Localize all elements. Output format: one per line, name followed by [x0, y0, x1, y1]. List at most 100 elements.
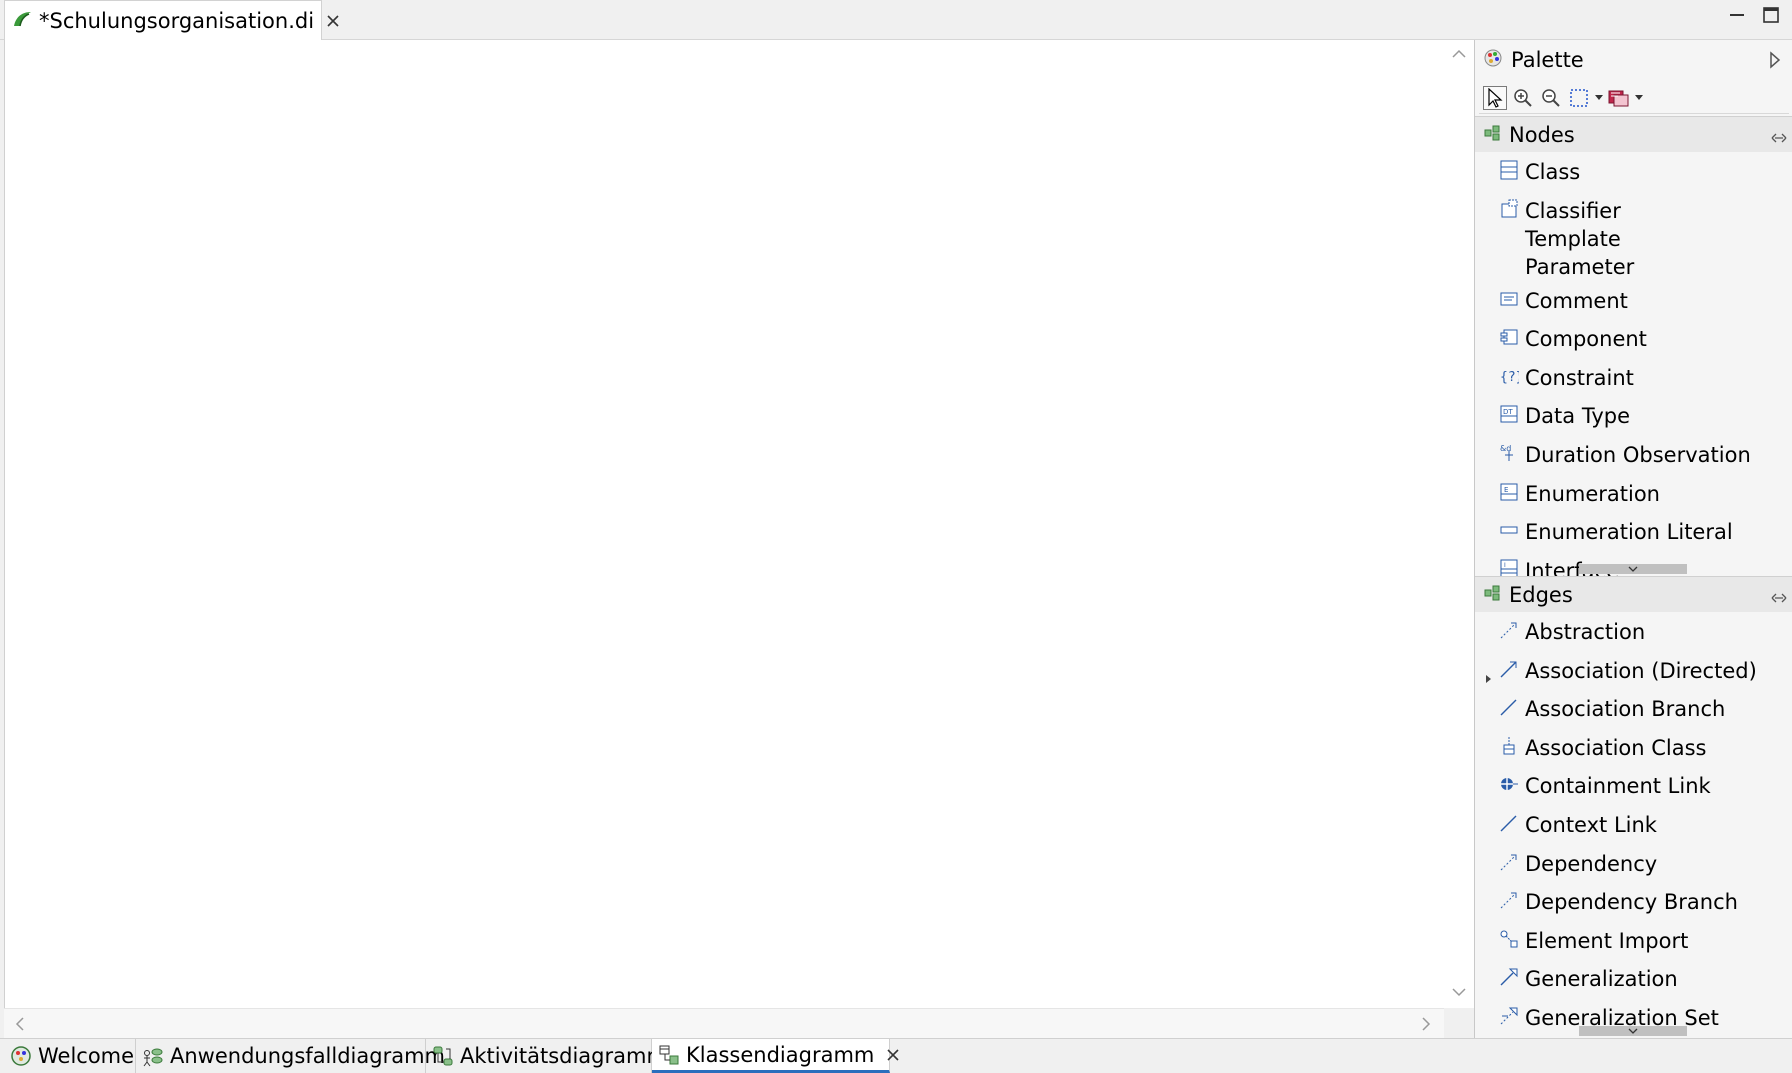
context-link-icon	[1499, 813, 1519, 833]
nodes-drawer-header[interactable]: Nodes	[1475, 116, 1792, 152]
drawer-icon	[1483, 583, 1501, 607]
palette-tool-class[interactable]: Class	[1475, 152, 1792, 191]
palette-tool-label: Class	[1525, 160, 1581, 184]
association-branch-icon	[1499, 697, 1519, 717]
generalization-icon	[1499, 967, 1519, 987]
horizontal-scrollbar[interactable]	[4, 1008, 1444, 1038]
minimize-icon[interactable]	[1726, 4, 1748, 26]
select-icon[interactable]	[1483, 85, 1507, 110]
class-diagram-icon	[658, 1044, 680, 1066]
pin-icon[interactable]	[1771, 127, 1787, 143]
close-icon[interactable]	[326, 12, 340, 30]
palette-tool-association-branch[interactable]: Association Branch	[1475, 689, 1792, 728]
layer-tool-icon[interactable]	[1607, 86, 1631, 110]
drawer-icon	[1483, 123, 1501, 147]
scroll-left-icon[interactable]	[10, 1014, 30, 1034]
palette-tool-template-parameter[interactable]: Classifier Template Parameter	[1475, 191, 1792, 281]
scroll-right-icon[interactable]	[1416, 1014, 1436, 1034]
zoom-out-icon[interactable]	[1539, 86, 1563, 110]
component-icon	[1499, 327, 1519, 347]
palette-tool-enumeration-literal[interactable]: Enumeration Literal	[1475, 512, 1792, 551]
palette-tool-label: Context Link	[1525, 812, 1657, 837]
comment-icon	[1499, 289, 1519, 309]
palette-icon	[1483, 48, 1503, 73]
vertical-scrollbar[interactable]	[1444, 40, 1474, 1008]
svg-text:&d: &d	[1500, 444, 1511, 453]
zoom-in-icon[interactable]	[1511, 86, 1535, 110]
edges-drawer-header[interactable]: Edges	[1475, 576, 1792, 612]
palette-toolbar	[1479, 82, 1789, 114]
data-type-icon: DT	[1499, 404, 1519, 424]
association-directed-icon	[1499, 659, 1519, 679]
element-import-icon	[1499, 929, 1519, 949]
palette-tool-association-directed[interactable]: Association (Directed)	[1475, 651, 1792, 690]
palette-tool-label: Component	[1525, 327, 1647, 352]
pin-icon[interactable]	[1771, 587, 1787, 603]
palette-tool-dependency[interactable]: Dependency	[1475, 844, 1792, 883]
tab-aktivitaetsdiagramm[interactable]: Aktivitätsdiagramm	[426, 1039, 667, 1073]
chevron-down-icon[interactable]	[1635, 86, 1643, 110]
palette-tool-label: Containment Link	[1525, 774, 1711, 799]
palette-tool-enumeration[interactable]: E Enumeration	[1475, 474, 1792, 513]
scroll-corner	[1444, 1008, 1474, 1038]
palette-tool-element-import[interactable]: Element Import	[1475, 921, 1792, 960]
chevron-down-icon[interactable]	[1595, 86, 1603, 110]
svg-text:{?}: {?}	[1500, 370, 1519, 385]
diagram-canvas[interactable]	[4, 40, 1444, 1008]
constraint-icon: {?}	[1499, 366, 1523, 386]
editor-tab[interactable]: *Schulungsorganisation.di	[4, 0, 339, 41]
palette-tool-label: Association (Directed)	[1525, 658, 1757, 683]
palette-tool-label: Classifier Template Parameter	[1525, 198, 1635, 279]
diagram-tabs: Welcome Anwendungsfalldiagramm Aktivität…	[0, 1038, 1792, 1073]
collapse-palette-icon[interactable]	[1765, 50, 1785, 70]
palette-tool-label: Dependency Branch	[1525, 890, 1738, 915]
palette-tool-comment[interactable]: Comment	[1475, 281, 1792, 320]
palette-tool-constraint[interactable]: {?} Constraint	[1475, 358, 1792, 397]
palette-tool-label: Association Branch	[1525, 697, 1726, 722]
palette-header[interactable]: Palette	[1475, 40, 1792, 80]
class-icon	[1499, 160, 1519, 180]
palette-tool-label: Enumeration	[1525, 481, 1660, 506]
palette-title: Palette	[1511, 48, 1584, 72]
palette-tool-duration-observation[interactable]: &d Duration Observation	[1475, 435, 1792, 474]
scroll-up-icon[interactable]	[1449, 44, 1469, 64]
palette-tool-label: Association Class	[1525, 735, 1707, 760]
close-icon[interactable]	[886, 1046, 900, 1064]
palette: Palette Nodes Class Classifier Template …	[1474, 40, 1792, 1038]
maximize-icon[interactable]	[1760, 4, 1782, 26]
nodes-list: Class Classifier Template Parameter Commen…	[1475, 152, 1792, 612]
tab-label: Aktivitätsdiagramm	[460, 1044, 667, 1068]
tab-anwendungsfalldiagramm[interactable]: Anwendungsfalldiagramm	[136, 1039, 445, 1073]
activity-diagram-icon	[432, 1045, 454, 1067]
edges-scroll-more[interactable]	[1579, 1026, 1687, 1036]
palette-tool-label: Enumeration Literal	[1525, 520, 1733, 545]
papyrus-icon	[11, 8, 33, 35]
template-parameter-icon	[1499, 199, 1519, 219]
abstraction-icon	[1499, 620, 1519, 640]
scroll-down-icon[interactable]	[1449, 982, 1469, 1002]
enumeration-literal-icon	[1499, 520, 1519, 540]
palette-tool-abstraction[interactable]: Abstraction	[1475, 612, 1792, 651]
edges-list: Abstraction Association (Directed) Associa…	[1475, 612, 1792, 1036]
tab-label: Welcome	[38, 1044, 135, 1068]
marquee-icon[interactable]	[1567, 86, 1591, 110]
palette-tool-label: Constraint	[1525, 365, 1634, 390]
palette-tool-label: Abstraction	[1525, 620, 1646, 644]
tab-welcome[interactable]: Welcome	[4, 1039, 136, 1073]
palette-tool-dependency-branch[interactable]: Dependency Branch	[1475, 882, 1792, 921]
palette-tool-context-link[interactable]: Context Link	[1475, 805, 1792, 844]
svg-text:I: I	[1504, 562, 1506, 569]
editor-tab-strip: *Schulungsorganisation.di	[0, 0, 1792, 41]
association-class-icon	[1499, 736, 1519, 756]
palette-tool-containment-link[interactable]: Containment Link	[1475, 766, 1792, 805]
tab-klassendiagramm[interactable]: Klassendiagramm	[652, 1039, 899, 1073]
palette-tool-association-class[interactable]: Association Class	[1475, 728, 1792, 767]
tab-label: Klassendiagramm	[686, 1042, 875, 1067]
welcome-icon	[10, 1045, 32, 1067]
palette-tool-data-type[interactable]: DT Data Type	[1475, 396, 1792, 435]
editor-tab-title: *Schulungsorganisation.di	[39, 9, 315, 33]
nodes-scroll-more[interactable]	[1579, 564, 1687, 574]
palette-tool-component[interactable]: Component	[1475, 319, 1792, 358]
palette-tool-generalization[interactable]: Generalization	[1475, 959, 1792, 998]
expand-icon[interactable]	[1485, 665, 1493, 683]
